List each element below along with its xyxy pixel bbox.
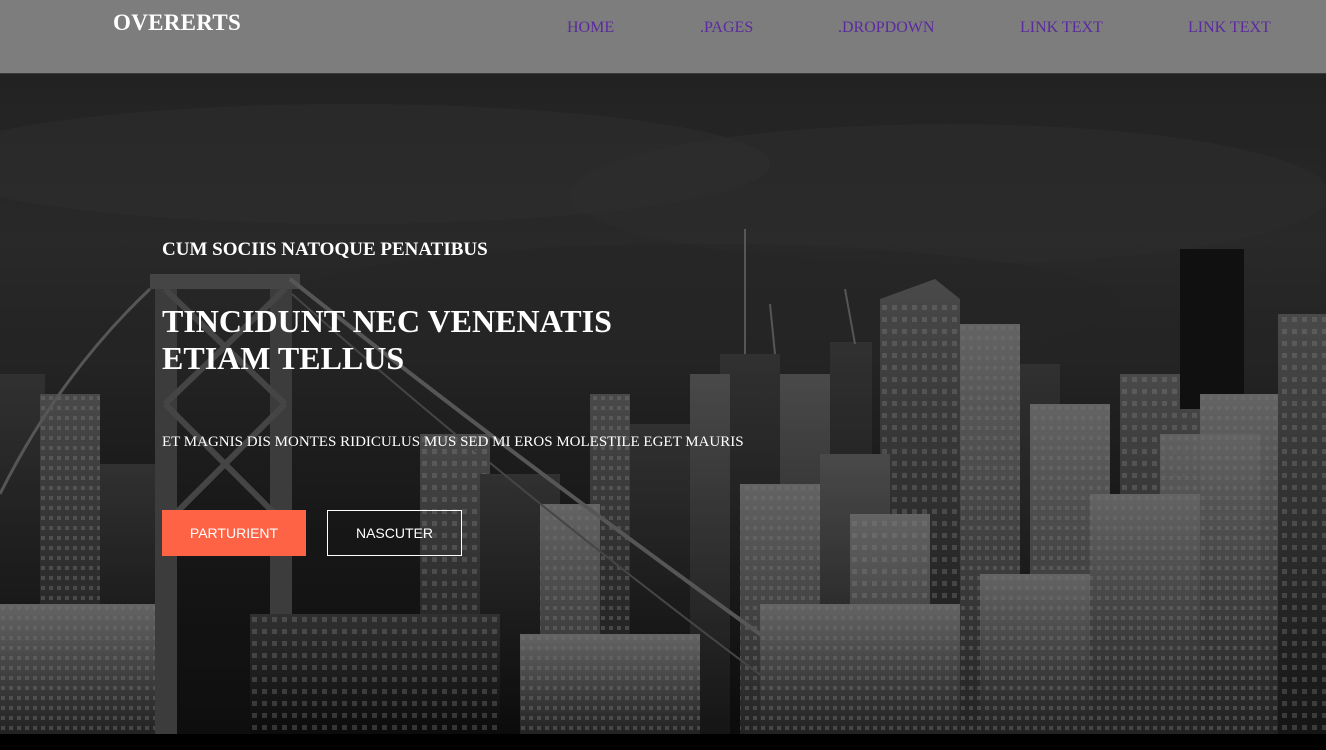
parturient-button[interactable]: PARTURIENT: [162, 510, 306, 556]
bottom-bar: [0, 734, 1326, 750]
nav-home-link[interactable]: HOME: [567, 19, 614, 37]
nav-pages-link[interactable]: .PAGES: [700, 19, 753, 37]
hero-title-line-1: TINCIDUNT NEC VENENATIS: [162, 303, 612, 339]
nav-dropdown-link[interactable]: .DROPDOWN: [838, 19, 934, 37]
nav-link-text-1[interactable]: LINK TEXT: [1020, 19, 1103, 37]
hero-description: ET MAGNIS DIS MONTES RIDICULUS MUS SED M…: [162, 434, 744, 450]
hero-dark-overlay: [0, 74, 1326, 734]
landing-page: OVERERTS HOME .PAGES .DROPDOWN LINK TEXT…: [0, 0, 1326, 750]
brand-logo[interactable]: OVERERTS: [113, 10, 241, 36]
hero-title-line-2: ETIAM TELLUS: [162, 340, 405, 376]
nav-link-text-2[interactable]: LINK TEXT: [1188, 19, 1271, 37]
hero-kicker-text: CUM SOCIIS NATOQUE PENATIBUS: [162, 239, 488, 260]
hero-title: TINCIDUNT NEC VENENATIS ETIAM TELLUS: [162, 303, 612, 377]
top-navbar: OVERERTS HOME .PAGES .DROPDOWN LINK TEXT…: [0, 0, 1326, 74]
nascuter-button[interactable]: NASCUTER: [327, 510, 462, 556]
hero-section: CUM SOCIIS NATOQUE PENATIBUS TINCIDUNT N…: [0, 74, 1326, 734]
